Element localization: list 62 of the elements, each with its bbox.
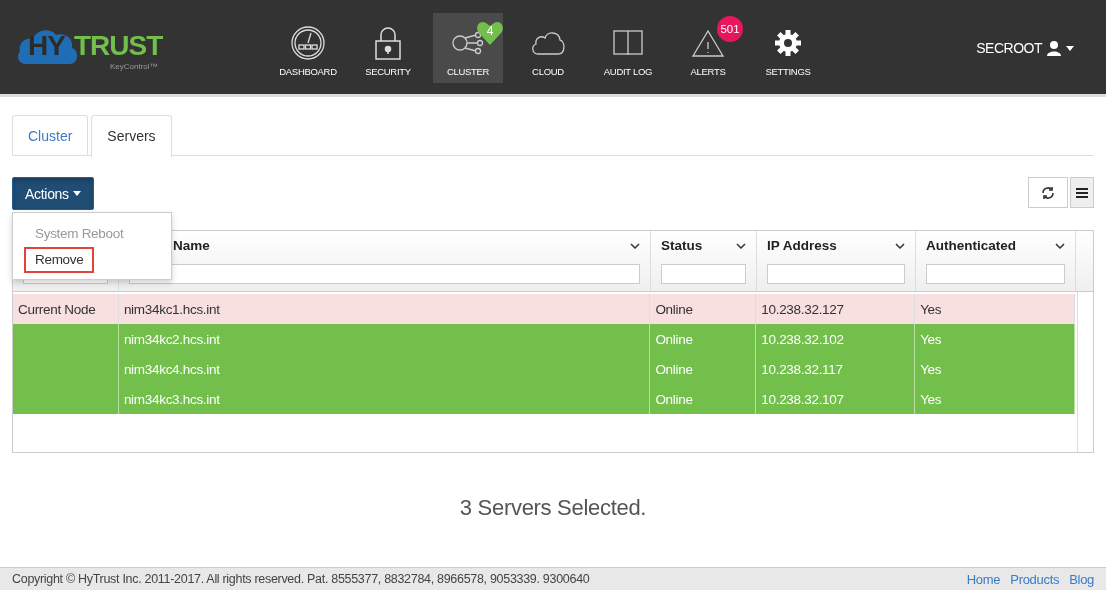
refresh-icon [1041,185,1055,200]
table-cell: Yes [920,331,942,347]
table-cell: Online [655,301,693,317]
chevron-icon[interactable] [1055,242,1065,249]
refresh-button[interactable] [1028,177,1068,208]
column-header[interactable]: Status [661,238,703,253]
count-badge: 501 [717,16,743,42]
count-badge: 4 [476,20,504,46]
table-cell: Online [655,331,693,347]
nav-item[interactable]: SECURITY [353,13,423,83]
menu-item[interactable]: Remove [24,247,95,273]
columns-button[interactable] [1070,177,1094,208]
table-cell: 10.238.32.107 [761,391,844,407]
footer-link[interactable]: Products [1010,571,1060,587]
table-cell: nim34kc4.hcs.int [123,361,220,377]
product-name: KeyControl™ [110,62,158,71]
table-cell: nim34kc3.hcs.int [123,391,220,407]
nav-item[interactable]: AUDIT LOG [593,13,663,83]
footer-link[interactable]: Home [966,571,1001,587]
chevron-icon[interactable] [630,242,640,249]
column-header[interactable]: Authenticated [926,238,1016,253]
tab[interactable]: Servers [91,115,172,157]
chevron-icon[interactable] [895,242,905,249]
nav-item[interactable]: SETTINGS [753,13,823,83]
tab[interactable]: Cluster [12,115,89,155]
table-cell: Current Node [18,301,96,317]
filter-field[interactable] [129,264,640,284]
table-cell: nim34kc2.hcs.int [123,331,220,347]
table-cell: 10.238.32.117 [761,361,843,377]
selection-message: 3 Servers Selected. [458,495,648,521]
menu-icon [1076,187,1088,198]
filter-field[interactable] [661,264,746,284]
caret-icon [1066,45,1074,51]
nav-item[interactable]: CLOUD [513,13,583,83]
book-icon [612,29,644,57]
nav-item[interactable]: 501 ALERTS [673,13,743,83]
logo-text: HY [28,30,65,62]
footer-link[interactable]: Blog [1069,571,1094,587]
table-cell: Online [655,361,693,377]
table-cell: Yes [920,301,942,317]
actions-button[interactable]: Actions [12,177,94,210]
table-cell: 10.238.32.127 [761,301,844,317]
table-cell: 10.238.32.102 [761,331,844,347]
table-cell: nim34kc1.hcs.int [123,301,220,317]
table-cell: Online [655,391,693,407]
user-menu[interactable]: SECROOT [976,40,1074,56]
settings-icon [774,29,802,57]
chevron-icon[interactable] [736,242,746,249]
nav-item[interactable]: 4 CLUSTER [433,13,503,83]
filter-field[interactable] [926,264,1065,284]
copyright-text: Copyright © HyTrust Inc. 2011-2017. All rights reserved. Pat. 8555377, 8832784, 8966578, 9053339. 9300640 [12,572,590,586]
lock-icon [373,25,403,61]
gauge-icon [290,25,326,61]
table-cell: Yes [920,361,942,377]
table-row[interactable]: Current Node nim34kc1.hcs.int Online 10.238.32.127 Yes [13,294,1075,324]
column-header[interactable]: IP Address [767,238,837,253]
user-icon [1046,40,1062,56]
logo-text: TRUST [74,30,163,62]
table-cell: Yes [920,391,942,407]
caret-icon [72,191,81,196]
nav-item[interactable]: DASHBOARD [273,13,343,83]
filter-field[interactable] [767,264,905,284]
